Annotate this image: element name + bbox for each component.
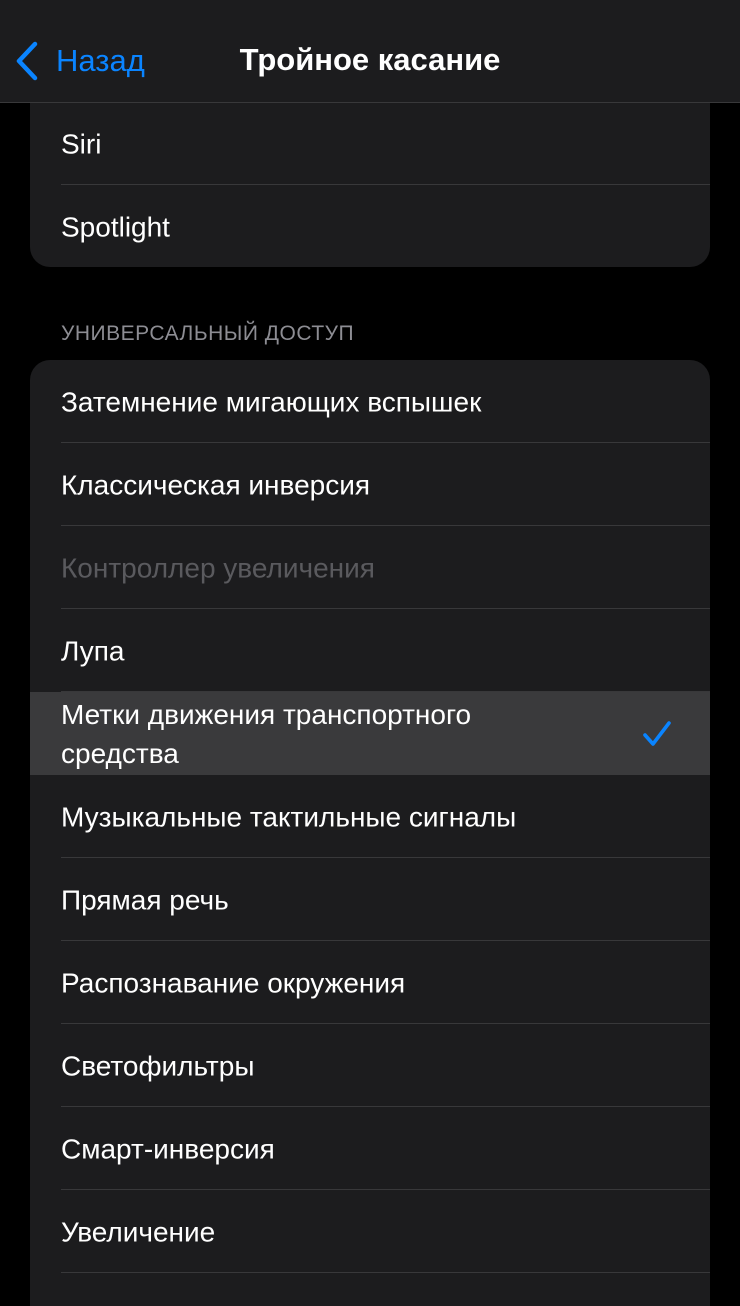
list-item-color-filters[interactable]: Светофильтры (30, 1024, 710, 1107)
settings-list[interactable]: Siri Spotlight УНИВЕРСАЛЬНЫЙ ДОСТУП Зате… (0, 102, 740, 1306)
list-item-zoom-controller: Контроллер увеличения (30, 526, 710, 609)
list-item-label: Смарт-инверсия (61, 1133, 275, 1164)
checkmark-icon (643, 720, 671, 746)
list-item-classic-invert[interactable]: Классическая инверсия (30, 443, 710, 526)
list-item-label: Spotlight (61, 211, 170, 242)
list-item-label: Лупа (61, 635, 125, 666)
section-header-accessibility: УНИВЕРСАЛЬНЫЙ ДОСТУП (61, 322, 355, 345)
list-item-siri[interactable]: Siri (30, 102, 710, 185)
list-item-vehicle-motion-cues[interactable]: Метки движения транспортного средства (30, 692, 710, 775)
list-item-spotlight[interactable]: Spotlight (30, 185, 710, 267)
list-item-sound-recognition[interactable]: Распознавание окружения (30, 941, 710, 1024)
list-item-label: Метки движения транспортного средства (61, 698, 472, 769)
accessibility-group: Затемнение мигающих вспышек Классическая… (30, 360, 710, 1306)
list-item-magnifier[interactable]: Лупа (30, 609, 710, 692)
list-item-music-haptics[interactable]: Музыкальные тактильные сигналы (30, 775, 710, 858)
list-item-label: Контроллер увеличения (61, 552, 375, 583)
shortcut-group: Siri Spotlight (30, 102, 710, 267)
list-item-label: Затемнение мигающих вспышек (61, 386, 482, 417)
list-item-zoom[interactable]: Увеличение (30, 1190, 710, 1273)
list-item-label: Классическая инверсия (61, 469, 371, 500)
list-item-label: Музыкальные тактильные сигналы (61, 801, 517, 832)
navigation-bar: Назад Тройное касание (0, 0, 740, 103)
list-item-label: Увеличение (61, 1216, 216, 1247)
list-item-label: Распознавание окружения (61, 967, 406, 998)
list-item-label: Прямая речь (61, 884, 229, 915)
page-title: Тройное касание (239, 42, 501, 77)
row-divider (61, 1272, 710, 1273)
list-item-live-speech[interactable]: Прямая речь (30, 858, 710, 941)
list-item-label: Светофильтры (61, 1050, 255, 1081)
list-item-dim-flashing-lights[interactable]: Затемнение мигающих вспышек (30, 360, 710, 443)
list-item-label: Siri (61, 128, 102, 159)
list-item-smart-invert[interactable]: Смарт-инверсия (30, 1107, 710, 1190)
